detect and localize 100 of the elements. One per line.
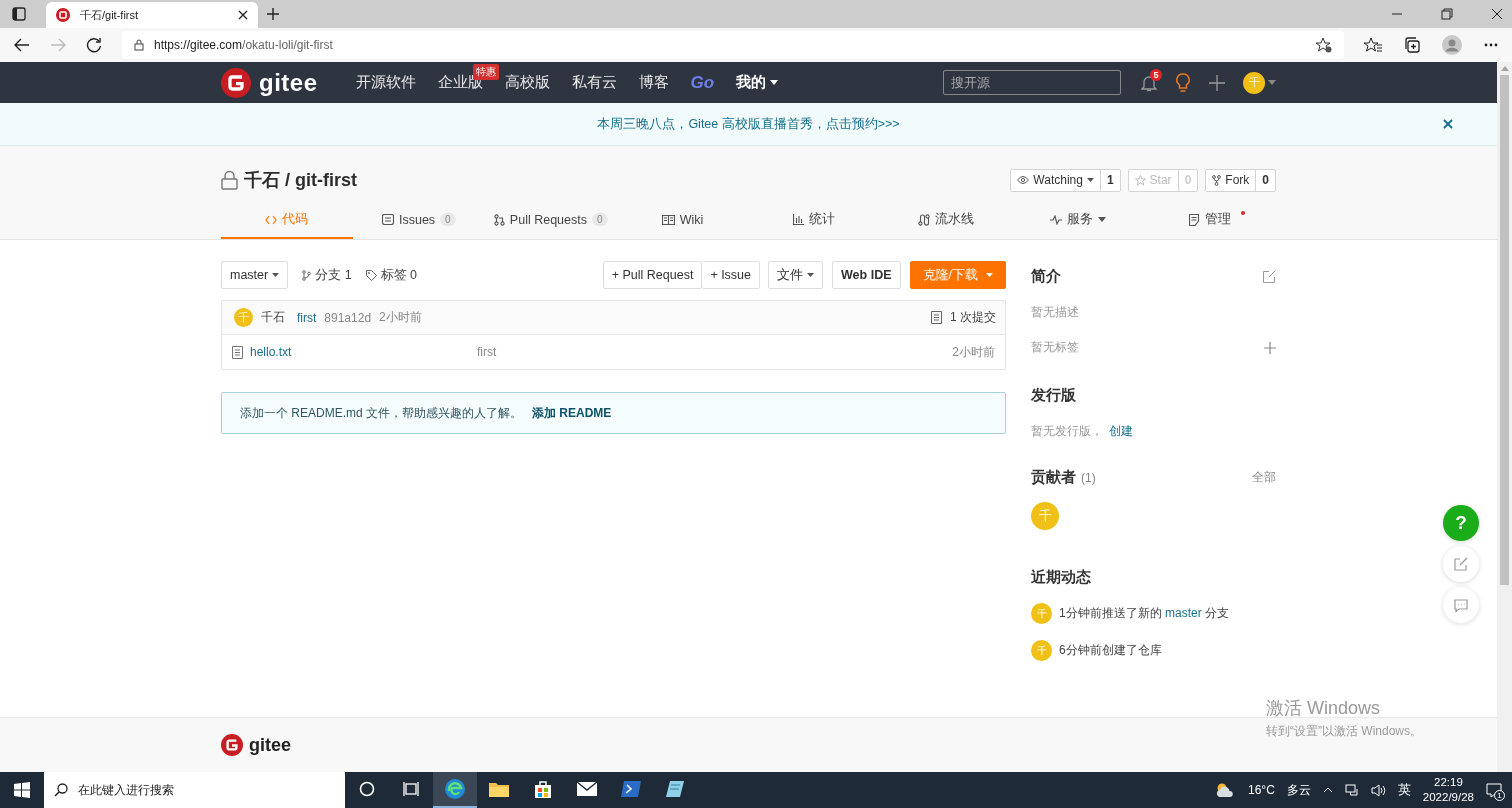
notes-icon[interactable]	[665, 779, 685, 799]
create-link[interactable]: 创建	[1109, 424, 1133, 438]
close-icon[interactable]	[1491, 8, 1503, 20]
taskbar-search[interactable]: 在此键入进行搜索	[44, 772, 345, 808]
nav-menu[interactable]: 我的	[736, 73, 779, 92]
terminal-icon[interactable]	[620, 780, 642, 798]
tags-link[interactable]: 标签 0	[380, 266, 418, 284]
activity-text: 6分钟前创建了仓库	[1059, 642, 1162, 659]
store-icon[interactable]	[533, 779, 553, 799]
activity-text: 1分钟前推送了新的 master 分支	[1059, 605, 1230, 622]
logo-text[interactable]: gitee	[259, 68, 318, 97]
nav-link[interactable]: 高校版	[504, 73, 550, 92]
repo-tab[interactable]: Pull Requests 0	[484, 202, 617, 239]
tags-text: 暂无标签	[1031, 339, 1079, 356]
file-icon	[232, 345, 243, 359]
back-icon[interactable]	[14, 38, 30, 52]
close-icon[interactable]	[238, 10, 248, 20]
edit-icon[interactable]	[1263, 270, 1276, 283]
repo-tab[interactable]: 流水线	[880, 202, 1013, 239]
search-field[interactable]: 搜开源	[943, 70, 1121, 95]
release-text: 暂无发行版，	[1031, 424, 1103, 438]
all-link[interactable]: 全部	[1252, 469, 1276, 486]
browser-icon[interactable]	[444, 778, 466, 800]
web-ide-button[interactable]: Web IDE	[832, 261, 901, 289]
nav-link[interactable]: 博客	[638, 73, 669, 92]
add-favorite-icon[interactable]	[1316, 37, 1332, 53]
nav-link[interactable]: 开源软件	[355, 73, 416, 92]
bar-chart-icon	[793, 214, 805, 225]
section-title: 发行版	[1031, 386, 1077, 405]
file-dropdown[interactable]: 文件	[768, 261, 824, 289]
nav-link[interactable]: 私有云	[571, 73, 617, 92]
sidebar-icon[interactable]	[12, 7, 26, 21]
file-commit-message: first	[477, 345, 497, 359]
contributor-count: (1)	[1081, 470, 1096, 485]
pull-request-button[interactable]: + Pull Request	[602, 261, 703, 289]
repo-title[interactable]: 千石 / git-first	[244, 168, 357, 192]
announcement-link[interactable]: 本周三晚八点，Gitee 高校版直播首秀，点击预约>>>	[597, 115, 900, 133]
branch-dropdown[interactable]: master	[221, 261, 289, 289]
pulse-icon	[1050, 214, 1063, 225]
favorites-icon[interactable]	[1364, 37, 1382, 53]
address-field[interactable]: https://gitee.com/okatu-loli/git-first	[122, 31, 1344, 59]
add-icon[interactable]	[1264, 341, 1276, 354]
repo-tab[interactable]: 管理	[1144, 202, 1276, 239]
repo-tab[interactable]: Wiki	[616, 202, 749, 239]
plus-icon[interactable]	[1209, 74, 1225, 91]
mail-icon[interactable]	[576, 781, 598, 797]
circle-icon[interactable]	[359, 781, 375, 797]
scrollbar-thumb[interactable]	[1500, 75, 1509, 585]
repo-tab[interactable]: 统计	[748, 202, 881, 239]
commits-link[interactable]: 1 次提交	[950, 309, 996, 326]
eye-icon	[1017, 176, 1030, 184]
bell-icon[interactable]	[1141, 73, 1157, 92]
logo-icon[interactable]	[221, 734, 243, 756]
task-view-icon[interactable]	[403, 781, 419, 797]
repo-action-button[interactable]: Fork	[1206, 169, 1257, 191]
notifications-icon[interactable]	[1486, 782, 1502, 798]
input-method[interactable]: 英	[1397, 781, 1411, 799]
code-icon	[265, 214, 278, 225]
action-count: 1	[1105, 172, 1115, 189]
logo-icon[interactable]	[221, 67, 251, 98]
repo-tab[interactable]: Issues 0	[352, 202, 485, 239]
browser-tab[interactable]: 千石/git-first	[46, 2, 258, 28]
commit-time: 2小时前	[379, 309, 422, 326]
fork-icon	[1212, 174, 1222, 186]
author-link[interactable]: 千石	[261, 309, 285, 326]
description-text: 暂无描述	[1031, 304, 1080, 321]
caret-icon	[1268, 80, 1276, 85]
folder-icon[interactable]	[488, 780, 510, 798]
caret-icon	[770, 80, 779, 85]
commit-message[interactable]: first	[297, 310, 317, 325]
caret-icon	[272, 273, 280, 277]
clock[interactable]: 22:19 2022/9/28	[1422, 775, 1474, 805]
search-icon	[54, 783, 68, 797]
pull-request-icon	[493, 213, 505, 226]
edit-icon	[1454, 557, 1468, 571]
profile-icon[interactable]	[1442, 35, 1462, 55]
chevron-up-icon[interactable]	[1322, 787, 1333, 793]
file-time: 2小时前	[952, 343, 995, 361]
weather-icon[interactable]	[1214, 782, 1236, 798]
branches-link[interactable]: 分支 1	[315, 266, 352, 284]
add-readme-link[interactable]: 添加 README	[532, 404, 612, 422]
new-tab-icon[interactable]	[266, 7, 280, 21]
commit-hash[interactable]: 891a12d	[324, 310, 372, 325]
refresh-icon[interactable]	[86, 37, 102, 53]
start-icon[interactable]	[14, 782, 30, 798]
action-count: 0	[1261, 172, 1270, 189]
logo-text[interactable]: gitee	[249, 734, 291, 756]
speaker-icon[interactable]	[1370, 783, 1386, 797]
more-icon[interactable]	[1484, 43, 1498, 47]
repo-tab[interactable]: 服务	[1012, 202, 1145, 239]
lightbulb-icon[interactable]	[1175, 72, 1191, 93]
collections-icon[interactable]	[1404, 37, 1420, 53]
branch-link[interactable]: master	[1165, 606, 1202, 620]
watch-dropdown[interactable]: Watching	[1011, 169, 1101, 191]
restore-icon[interactable]	[1441, 8, 1453, 20]
comment-icon	[1454, 598, 1468, 612]
file-link[interactable]: hello.txt	[250, 345, 470, 359]
network-icon[interactable]	[1344, 783, 1359, 797]
tag-icon	[365, 269, 377, 281]
issue-button[interactable]: + Issue	[702, 261, 761, 289]
